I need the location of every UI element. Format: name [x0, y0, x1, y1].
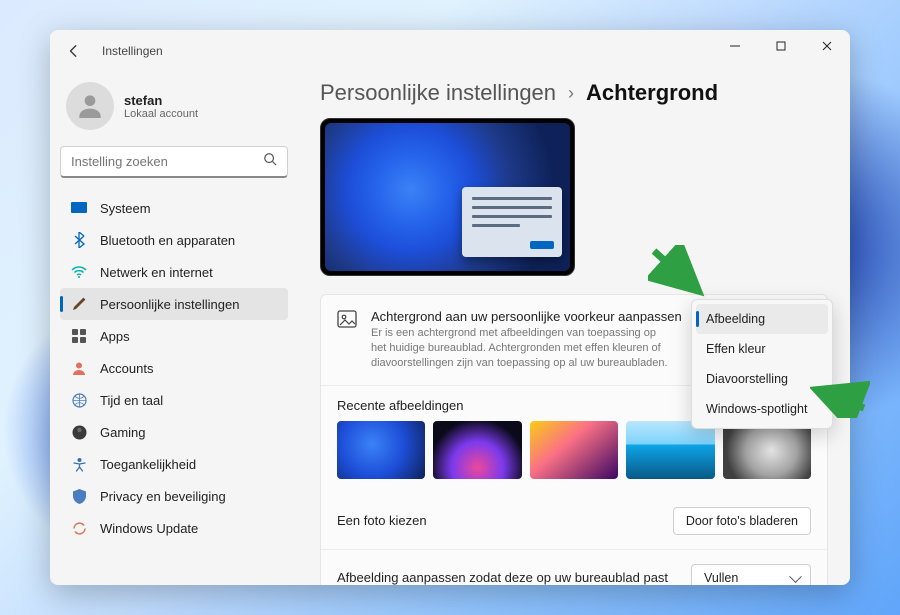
nav-item-systeem[interactable]: Systeem [60, 192, 288, 224]
search-icon [263, 152, 277, 171]
nav-item-label: Windows Update [100, 521, 198, 536]
nav-item-label: Gaming [100, 425, 146, 440]
nav-item-label: Privacy en beveiliging [100, 489, 226, 504]
wifi-icon [70, 263, 88, 281]
search-box[interactable] [60, 146, 288, 178]
titlebar: Instellingen [50, 30, 850, 72]
content-area: Persoonlijke instellingen › Achtergrond [298, 72, 850, 585]
display-icon [70, 199, 88, 217]
sidebar: stefan Lokaal account Systeem Bluetooth … [50, 72, 298, 585]
update-icon [70, 519, 88, 537]
wallpaper-preview-window-mock [462, 187, 562, 257]
nav-item-label: Netwerk en internet [100, 265, 213, 280]
apps-icon [70, 327, 88, 345]
nav-item-label: Tijd en taal [100, 393, 163, 408]
annotation-arrow-top [648, 245, 708, 305]
choose-photo-row: Een foto kiezen Door foto's bladeren [321, 493, 827, 550]
nav-item-label: Apps [100, 329, 130, 344]
recent-image-thumb[interactable] [530, 421, 618, 479]
maximize-button[interactable] [758, 30, 804, 62]
close-button[interactable] [804, 30, 850, 62]
fit-label: Afbeelding aanpassen zodat deze op uw bu… [337, 570, 677, 585]
shield-icon [70, 487, 88, 505]
nav-item-label: Persoonlijke instellingen [100, 297, 239, 312]
annotation-arrow-bottom [810, 378, 870, 418]
nav-item-tijd[interactable]: Tijd en taal [60, 384, 288, 416]
profile-subtitle: Lokaal account [124, 108, 198, 120]
gaming-icon [70, 423, 88, 441]
nav-item-label: Accounts [100, 361, 153, 376]
dropdown-option-windows-spotlight[interactable]: Windows-spotlight [696, 394, 828, 424]
fit-select[interactable]: Vullen [691, 564, 811, 585]
dropdown-option-effen-kleur[interactable]: Effen kleur [696, 334, 828, 364]
globe-clock-icon [70, 391, 88, 409]
person-icon [70, 359, 88, 377]
profile-block[interactable]: stefan Lokaal account [60, 72, 288, 146]
picture-icon [337, 309, 357, 329]
chevron-right-icon: › [568, 83, 574, 104]
accessibility-icon [70, 455, 88, 473]
recent-image-thumb[interactable] [626, 421, 714, 479]
choose-photo-label: Een foto kiezen [337, 513, 659, 528]
search-input[interactable] [71, 154, 263, 169]
background-settings-card: Achtergrond aan uw persoonlijke voorkeur… [320, 294, 828, 585]
dropdown-option-afbeelding[interactable]: Afbeelding [696, 304, 828, 334]
breadcrumb-parent[interactable]: Persoonlijke instellingen [320, 80, 556, 106]
brush-icon [70, 295, 88, 313]
nav-item-bluetooth[interactable]: Bluetooth en apparaten [60, 224, 288, 256]
nav-item-netwerk[interactable]: Netwerk en internet [60, 256, 288, 288]
nav-item-accounts[interactable]: Accounts [60, 352, 288, 384]
titlebar-title: Instellingen [102, 44, 163, 58]
recent-image-thumb[interactable] [433, 421, 521, 479]
nav-item-apps[interactable]: Apps [60, 320, 288, 352]
breadcrumb-current: Achtergrond [586, 80, 718, 106]
wallpaper-preview [320, 118, 575, 276]
bluetooth-icon [70, 231, 88, 249]
fit-row: Afbeelding aanpassen zodat deze op uw bu… [321, 550, 827, 585]
dropdown-option-diavoorstelling[interactable]: Diavoorstelling [696, 364, 828, 394]
recent-image-thumb[interactable] [337, 421, 425, 479]
personalize-background-row[interactable]: Achtergrond aan uw persoonlijke voorkeur… [321, 295, 827, 386]
nav-item-toegankelijkheid[interactable]: Toegankelijkheid [60, 448, 288, 480]
avatar [66, 82, 114, 130]
back-button[interactable] [64, 41, 84, 61]
nav-item-gaming[interactable]: Gaming [60, 416, 288, 448]
breadcrumb: Persoonlijke instellingen › Achtergrond [320, 72, 828, 118]
nav-item-persoonlijke[interactable]: Persoonlijke instellingen [60, 288, 288, 320]
profile-name: stefan [124, 93, 198, 108]
browse-photos-button[interactable]: Door foto's bladeren [673, 507, 811, 535]
caption-buttons [712, 30, 850, 62]
recent-images-row [321, 421, 827, 493]
nav-item-label: Bluetooth en apparaten [100, 233, 235, 248]
nav-item-update[interactable]: Windows Update [60, 512, 288, 544]
window-body: stefan Lokaal account Systeem Bluetooth … [50, 72, 850, 585]
nav-item-label: Systeem [100, 201, 151, 216]
settings-window: Instellingen stefan Lokaal account [50, 30, 850, 585]
nav-item-privacy[interactable]: Privacy en beveiliging [60, 480, 288, 512]
minimize-button[interactable] [712, 30, 758, 62]
nav-item-label: Toegankelijkheid [100, 457, 196, 472]
row-description: Er is een achtergrond met afbeeldingen v… [371, 326, 671, 371]
recent-image-thumb[interactable] [723, 421, 811, 479]
nav-list: Systeem Bluetooth en apparaten Netwerk e… [60, 192, 288, 544]
